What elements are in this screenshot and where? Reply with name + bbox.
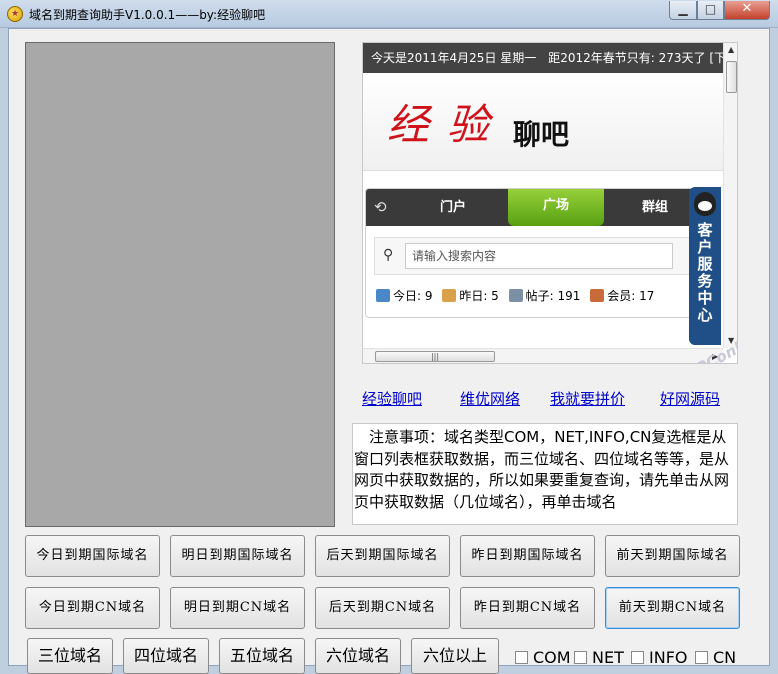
btn-daybefore-intl[interactable]: 前天到期国际域名 (605, 535, 740, 577)
btn-yesterday-intl[interactable]: 昨日到期国际域名 (460, 535, 595, 577)
app-icon: ★ (7, 6, 23, 22)
search-input[interactable] (405, 243, 673, 269)
btn-4-letter[interactable]: 四位域名 (123, 638, 209, 674)
btn-6-plus[interactable]: 六位以上 (411, 638, 499, 674)
btn-daybefore-cn[interactable]: 前天到期CN域名 (605, 587, 740, 629)
scroll-up-icon[interactable]: ▲ (728, 45, 734, 54)
main-client-area: 今天是2011年4月25日 星期一 距2012年春节只有: 273天了 [下午 … (8, 28, 770, 674)
btn-yesterday-cn[interactable]: 昨日到期CN域名 (460, 587, 595, 629)
search-icon[interactable]: ⚲ (383, 247, 393, 263)
pencil-icon (442, 289, 457, 302)
link-jingyan[interactable]: 经验聊吧 (362, 388, 422, 409)
stat-today: 今日: 9 (376, 287, 433, 304)
btn-5-letter[interactable]: 五位域名 (219, 638, 305, 674)
search-row: ⚲ (374, 237, 694, 275)
maximize-button[interactable]: □ (697, 1, 724, 20)
horizontal-scrollbar[interactable]: ||| ▶ (363, 348, 723, 363)
stat-posts: 帖子: 191 (508, 287, 580, 304)
btn-dayafter-cn[interactable]: 后天到期CN域名 (315, 587, 450, 629)
link-pinjia[interactable]: 我就要拼价 (550, 388, 625, 409)
nav-tab-square[interactable]: 广场 (508, 189, 604, 226)
title-bar: ★ 域名到期查询助手V1.0.0.1——by:经验聊吧 ▁ □ ✕ (0, 0, 778, 28)
vertical-scroll-thumb[interactable] (726, 61, 737, 93)
embedded-browser[interactable]: 今天是2011年4月25日 星期一 距2012年春节只有: 273天了 [下午 … (362, 42, 738, 364)
btn-dayafter-intl[interactable]: 后天到期国际域名 (315, 535, 450, 577)
horizontal-scroll-thumb[interactable]: ||| (375, 351, 495, 362)
minimize-button[interactable]: ▁ (669, 1, 697, 20)
forum-stats: 今日: 9 昨日: 5 帖子: 191 会员: 17 (376, 287, 660, 304)
site-logo[interactable]: 经验 聊吧 (363, 73, 723, 171)
btn-6-letter[interactable]: 六位域名 (315, 638, 401, 674)
nav-tab-groups[interactable]: 群组 (630, 189, 680, 226)
checkbox-info[interactable]: INFO (631, 648, 687, 667)
stat-members: 会员: 17 (590, 287, 654, 304)
nav-tab-portal[interactable]: 门户 (428, 189, 478, 226)
stat-yesterday: 昨日: 5 (442, 287, 499, 304)
checkbox-cn-box[interactable] (695, 651, 708, 664)
forum-nav: ⟲ 门户 广场 群组 (366, 189, 694, 226)
logo-red-text: 经验 (387, 100, 508, 149)
customer-service-panel[interactable]: 客户服务中心 (689, 187, 721, 345)
refresh-icon[interactable]: ⟲ (374, 198, 387, 216)
notes-textbox[interactable]: 注意事项：域名类型COM，NET,INFO,CN复选框是从窗口列表框获取数据，而… (352, 423, 738, 525)
document-icon (508, 289, 523, 302)
btn-tomorrow-intl[interactable]: 明日到期国际域名 (170, 535, 305, 577)
window-title: 域名到期查询助手V1.0.0.1——by:经验聊吧 (29, 8, 266, 22)
checkbox-net-box[interactable] (574, 651, 587, 664)
link-weiyou[interactable]: 维优网络 (460, 388, 520, 409)
chart-icon (376, 289, 390, 302)
close-button[interactable]: ✕ (724, 1, 770, 20)
btn-tomorrow-cn[interactable]: 明日到期CN域名 (170, 587, 305, 629)
checkbox-info-box[interactable] (631, 651, 644, 664)
checkbox-net[interactable]: NET (574, 648, 624, 667)
btn-3-letter[interactable]: 三位域名 (27, 638, 113, 674)
date-bar: 今天是2011年4月25日 星期一 距2012年春节只有: 273天了 [下午 (363, 43, 723, 73)
users-icon (590, 289, 605, 302)
vertical-scrollbar[interactable]: ▲ ▼ (723, 43, 737, 348)
checkbox-com[interactable]: COM (515, 648, 571, 667)
checkbox-cn[interactable]: CN (695, 648, 736, 667)
forum-widget: ⟲ 门户 广场 群组 ⚲ 今日: 9 昨日: 5 帖子: 191 会员: 17 (365, 188, 695, 318)
link-yuanma[interactable]: 好网源码 (660, 388, 720, 409)
results-list-panel[interactable] (25, 42, 335, 527)
qq-penguin-icon (694, 192, 716, 216)
checkbox-com-box[interactable] (515, 651, 528, 664)
btn-today-intl[interactable]: 今日到期国际域名 (25, 535, 160, 577)
logo-black-text: 聊吧 (513, 118, 570, 151)
btn-today-cn[interactable]: 今日到期CN域名 (25, 587, 160, 629)
customer-service-text: 客户服务中心 (697, 221, 713, 324)
